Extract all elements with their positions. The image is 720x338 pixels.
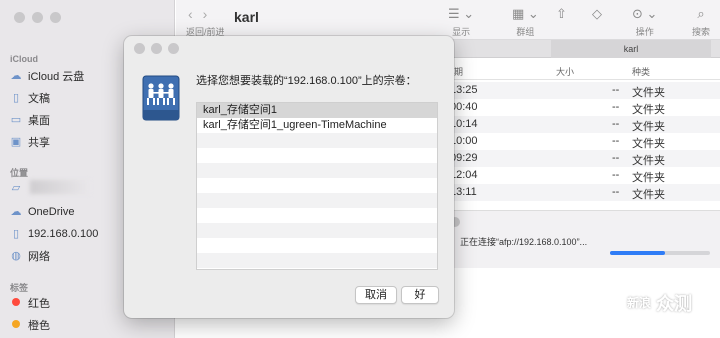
sidebar-section-locations: 位置	[10, 168, 29, 178]
ok-button[interactable]: 好	[401, 286, 439, 304]
orange-tag-dot-icon	[12, 320, 20, 328]
connection-progress-panel: 正在连接“afp://192.168.0.100”...	[440, 210, 720, 268]
back-arrow-icon[interactable]: ‹	[188, 6, 203, 22]
empty-list-row	[197, 178, 437, 193]
view-button[interactable]: ☰ ⌄ 显示	[448, 6, 474, 38]
empty-list-row	[197, 223, 437, 238]
sidebar-section-tags: 标签	[10, 283, 29, 293]
close-window-button[interactable]	[14, 12, 25, 23]
dialog-zoom-button	[168, 43, 179, 54]
sidebar-item-tag-red[interactable]: 红色	[10, 294, 50, 312]
sidebar-item-blurred-location[interactable]: ▱	[10, 179, 22, 197]
sidebar-item-tag-orange[interactable]: 橙色	[10, 316, 50, 334]
column-size[interactable]: 大小	[556, 65, 574, 78]
desktop-icon: ▭	[10, 114, 22, 126]
tab-karl[interactable]: karl	[551, 40, 711, 58]
window-controls	[14, 12, 61, 23]
volume-item[interactable]: karl_存储空间1_ugreen-TimeMachine	[197, 118, 437, 133]
finder-toolbar: ‹› 返回/前进 karl ☰ ⌄ 显示 ▦ ⌄ 群组 ⇧ ◇ ⊙ ⌄ 操作 ⌕…	[176, 0, 720, 40]
tag-icon: ◇	[592, 6, 602, 21]
minimize-window-button[interactable]	[32, 12, 43, 23]
group-button[interactable]: ▦ ⌄ 群组	[512, 6, 539, 38]
sidebar-item-onedrive[interactable]: ☁ OneDrive	[10, 203, 75, 221]
empty-list-row	[197, 208, 437, 223]
dialog-close-button	[134, 43, 145, 54]
empty-list-row	[197, 193, 437, 208]
dialog-prompt: 选择您想要装载的“192.168.0.100”上的宗卷：	[196, 75, 417, 87]
dialog-minimize-button	[151, 43, 162, 54]
sidebar-section-icloud: iCloud	[10, 54, 38, 64]
forward-arrow-icon[interactable]: ›	[203, 6, 218, 22]
connection-status-text: 正在连接“afp://192.168.0.100”...	[460, 237, 588, 247]
sidebar-item-label: 网络	[28, 251, 50, 263]
sidebar-item-shared[interactable]: ▣ 共享	[10, 133, 50, 151]
blurred-name	[30, 180, 90, 194]
column-kind[interactable]: 种类	[632, 65, 650, 78]
grid-icon: ▦ ⌄	[512, 6, 539, 21]
document-icon: ▯	[12, 228, 20, 240]
cancel-button[interactable]: 取消	[355, 286, 397, 304]
sidebar-item-icloud-drive[interactable]: ☁ iCloud 云盘	[10, 67, 85, 85]
watermark: 新浪 众测	[626, 290, 692, 316]
share-button[interactable]: ⇧	[556, 6, 567, 25]
globe-icon: ◍	[11, 250, 21, 262]
sidebar-item-server[interactable]: ▯ 192.168.0.100	[10, 225, 98, 243]
group-label: 群组	[516, 27, 535, 37]
watermark-text: 众测	[656, 294, 692, 314]
list-view-icon: ☰ ⌄	[448, 6, 475, 21]
action-button[interactable]: ⊙ ⌄ 操作	[632, 6, 657, 38]
empty-list-row	[197, 133, 437, 148]
volume-item[interactable]: karl_存储空间1	[197, 103, 437, 118]
red-tag-dot-icon	[12, 298, 20, 306]
view-label: 显示	[452, 27, 471, 37]
watermark-seal: 新浪	[626, 296, 651, 310]
search-label: 搜索	[692, 27, 711, 37]
empty-list-row	[197, 163, 437, 178]
cloud-icon: ☁	[10, 206, 22, 218]
mount-volume-dialog: 选择您想要装载的“192.168.0.100”上的宗卷： karl_存储空间1 …	[124, 36, 454, 318]
action-label: 操作	[635, 27, 654, 37]
sidebar-item-label: 文稿	[28, 93, 50, 105]
progress-bar	[610, 251, 710, 255]
sidebar-item-label: 桌面	[28, 115, 50, 127]
shared-server-icon	[142, 75, 180, 121]
window-title: karl	[234, 9, 259, 25]
folder-icon: ▱	[11, 182, 21, 194]
progress-bar-fill	[610, 251, 665, 255]
empty-list-row	[197, 253, 437, 268]
column-date[interactable]: 期	[454, 65, 463, 78]
cloud-icon: ☁	[10, 70, 22, 82]
sidebar-item-label: 橙色	[28, 320, 50, 332]
dialog-window-controls	[134, 43, 179, 54]
share-icon: ⇧	[556, 6, 567, 21]
sidebar-item-label: 共享	[28, 137, 50, 149]
shared-folder-icon: ▣	[10, 136, 22, 148]
nav-buttons[interactable]: ‹›	[188, 6, 217, 22]
empty-list-row	[197, 148, 437, 163]
sidebar-item-label: 192.168.0.100	[28, 228, 99, 240]
sidebar-item-documents[interactable]: ▯ 文稿	[10, 89, 50, 107]
empty-list-row	[197, 238, 437, 253]
search-button[interactable]: ⌕ 搜索	[692, 6, 710, 38]
zoom-window-button[interactable]	[50, 12, 61, 23]
sidebar-item-network[interactable]: ◍ 网络	[10, 247, 50, 265]
tag-button[interactable]: ◇	[592, 6, 602, 25]
volume-list[interactable]: karl_存储空间1 karl_存储空间1_ugreen-TimeMachine	[196, 102, 438, 270]
search-icon: ⌕	[697, 6, 705, 21]
sidebar-item-desktop[interactable]: ▭ 桌面	[10, 111, 50, 129]
sidebar-item-label: 红色	[28, 298, 50, 310]
ellipsis-icon: ⊙ ⌄	[632, 6, 658, 21]
sidebar-item-label: OneDrive	[28, 206, 75, 218]
document-icon: ▯	[12, 92, 20, 104]
sidebar-item-label: iCloud 云盘	[28, 71, 85, 83]
